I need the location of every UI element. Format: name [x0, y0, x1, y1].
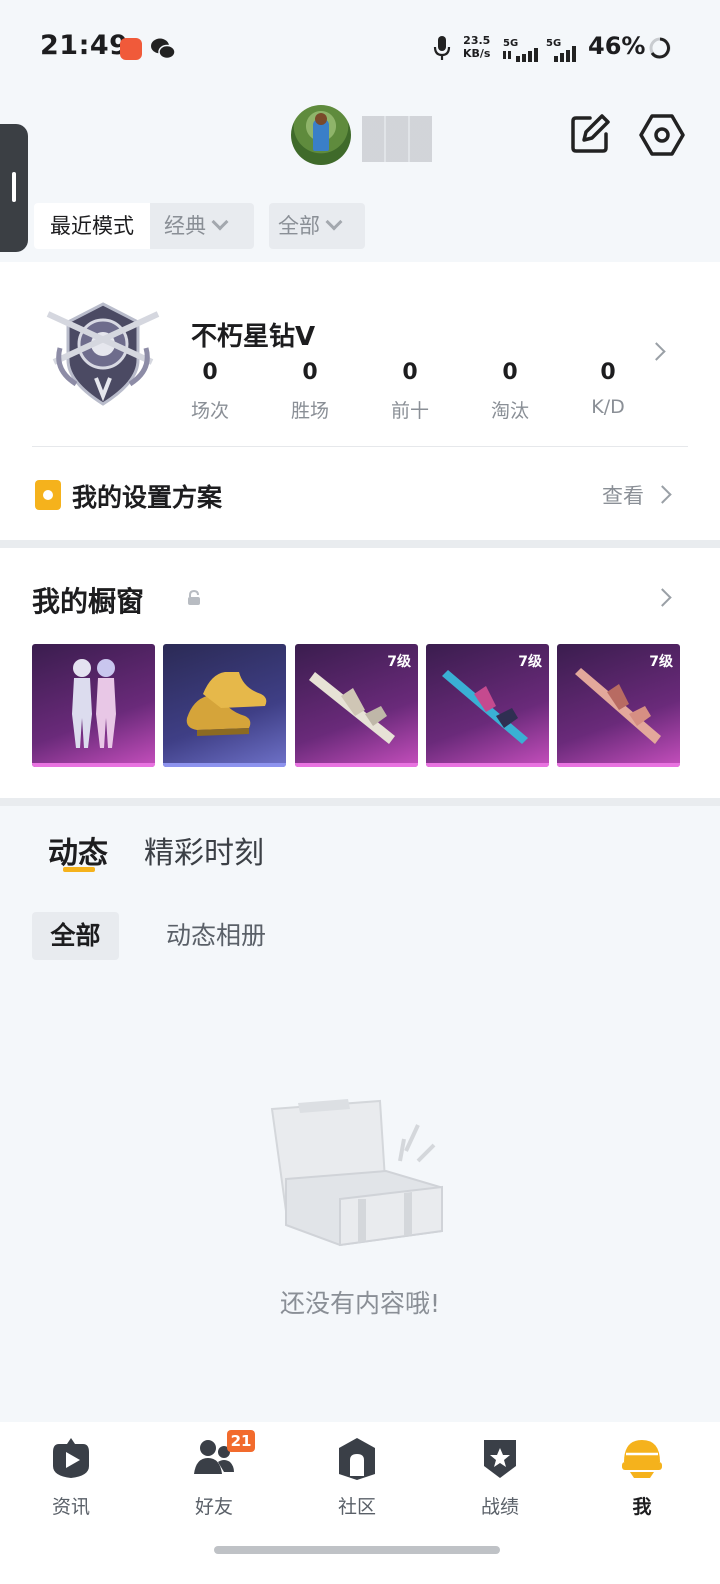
tab-highlights[interactable]: 精彩时刻 — [144, 828, 264, 872]
subtab-album[interactable]: 动态相册 — [166, 912, 266, 960]
stat-wins-value: 0 — [302, 360, 318, 385]
news-play-icon — [53, 1438, 89, 1478]
notification-app-icon — [120, 38, 142, 60]
clipboard-icon — [35, 480, 61, 510]
showcase-item-rifle-3[interactable]: 7级 — [557, 644, 680, 767]
stat-matches-label: 场次 — [190, 400, 229, 422]
stat-kd-label: K/D — [591, 396, 625, 418]
wechat-icon — [151, 38, 176, 60]
rank-title: 不朽星钻Ⅴ — [191, 322, 316, 352]
signal1-bars-icon — [503, 48, 538, 62]
showcase-item-rifle-2[interactable]: 7级 — [426, 644, 549, 767]
nav-records-label: 战绩 — [480, 1496, 519, 1518]
chevron-down-icon — [211, 213, 229, 231]
rarity-bar — [32, 763, 155, 767]
subtab-all[interactable]: 全部 — [32, 912, 119, 960]
item-level: 7级 — [518, 654, 542, 670]
rarity-bar — [557, 763, 680, 767]
stat-kills-label: 淘汰 — [490, 400, 529, 422]
handle-grip-icon — [12, 172, 16, 202]
nav-friends-label: 好友 — [194, 1496, 233, 1518]
showcase-title: 我的橱窗 — [32, 585, 145, 618]
empty-state-text: 还没有内容哦! — [279, 1289, 441, 1318]
settings-plan-label[interactable]: 我的设置方案 — [72, 478, 222, 514]
chevron-down-icon — [325, 213, 343, 231]
item-level: 7级 — [649, 654, 673, 670]
filter-classic-dropdown[interactable]: 经典 — [150, 203, 254, 249]
signal2-bars-icon — [554, 46, 576, 62]
net-speed-unit: KB/s — [463, 47, 491, 60]
stat-kd-value: 0 — [600, 360, 616, 385]
stat-wins-label: 胜场 — [290, 400, 329, 422]
rarity-bar — [295, 763, 418, 767]
settings-icon[interactable] — [638, 112, 686, 158]
nav-community-label: 社区 — [337, 1496, 376, 1518]
empty-box-icon — [270, 1099, 444, 1247]
stat-kills-value: 0 — [502, 360, 518, 385]
username-blurred — [362, 116, 432, 162]
battery-ring-icon — [649, 37, 671, 59]
nav-records[interactable]: 战绩 — [450, 1428, 550, 1528]
net-speed: 23.5 KB/s — [463, 34, 490, 60]
nav-news-label: 资讯 — [51, 1496, 90, 1518]
status-time: 21:49 — [40, 30, 129, 61]
nav-news[interactable]: 资讯 — [21, 1428, 121, 1528]
edit-icon[interactable] — [568, 112, 612, 156]
outfit-pair-icon — [72, 659, 116, 748]
helmet-icon — [622, 1440, 662, 1478]
filter-all-dropdown[interactable]: 全部 — [269, 203, 365, 249]
avatar[interactable] — [291, 105, 351, 165]
home-indicator[interactable] — [214, 1546, 500, 1554]
filter-recent-mode[interactable]: 最近模式 — [34, 203, 150, 249]
golden-shoes-icon — [186, 672, 267, 736]
rarity-bar — [426, 763, 549, 767]
lock-icon[interactable] — [186, 590, 202, 606]
stat-matches-value: 0 — [202, 360, 218, 385]
stat-top10-value: 0 — [402, 360, 418, 385]
rank-badge-icon — [46, 302, 160, 406]
community-icon — [339, 1438, 375, 1480]
nav-me[interactable]: 我 — [592, 1428, 692, 1528]
status-bar: 21:49 23.5 KB/s 5G 5G 46% — [0, 0, 720, 96]
side-drawer-handle[interactable] — [0, 124, 28, 252]
avatar-head — [315, 113, 327, 125]
showcase-item-shoes[interactable] — [163, 644, 286, 767]
nav-community[interactable]: 社区 — [307, 1428, 407, 1528]
showcase-item-rifle-1[interactable]: 7级 — [295, 644, 418, 767]
net-speed-value: 23.5 — [463, 34, 491, 47]
section-separator — [0, 540, 720, 548]
tab-active-indicator — [63, 867, 95, 872]
nav-me-label: 我 — [632, 1496, 652, 1518]
tab-activity[interactable]: 动态 — [48, 828, 108, 872]
settings-plan-view-link[interactable]: 查看 — [602, 480, 644, 510]
record-star-icon — [484, 1440, 516, 1478]
filter-classic-label: 经典 — [164, 214, 206, 238]
divider — [32, 446, 688, 447]
section-separator — [0, 798, 720, 806]
microphone-icon — [433, 36, 451, 60]
friends-notification-badge: 21 — [227, 1430, 255, 1452]
filter-all-label: 全部 — [278, 214, 320, 238]
battery-percent: 46% — [588, 32, 646, 60]
item-level: 7级 — [387, 654, 411, 670]
showcase-item-outfit[interactable] — [32, 644, 155, 767]
rarity-bar — [163, 763, 286, 767]
stat-top10-label: 前十 — [390, 400, 429, 422]
